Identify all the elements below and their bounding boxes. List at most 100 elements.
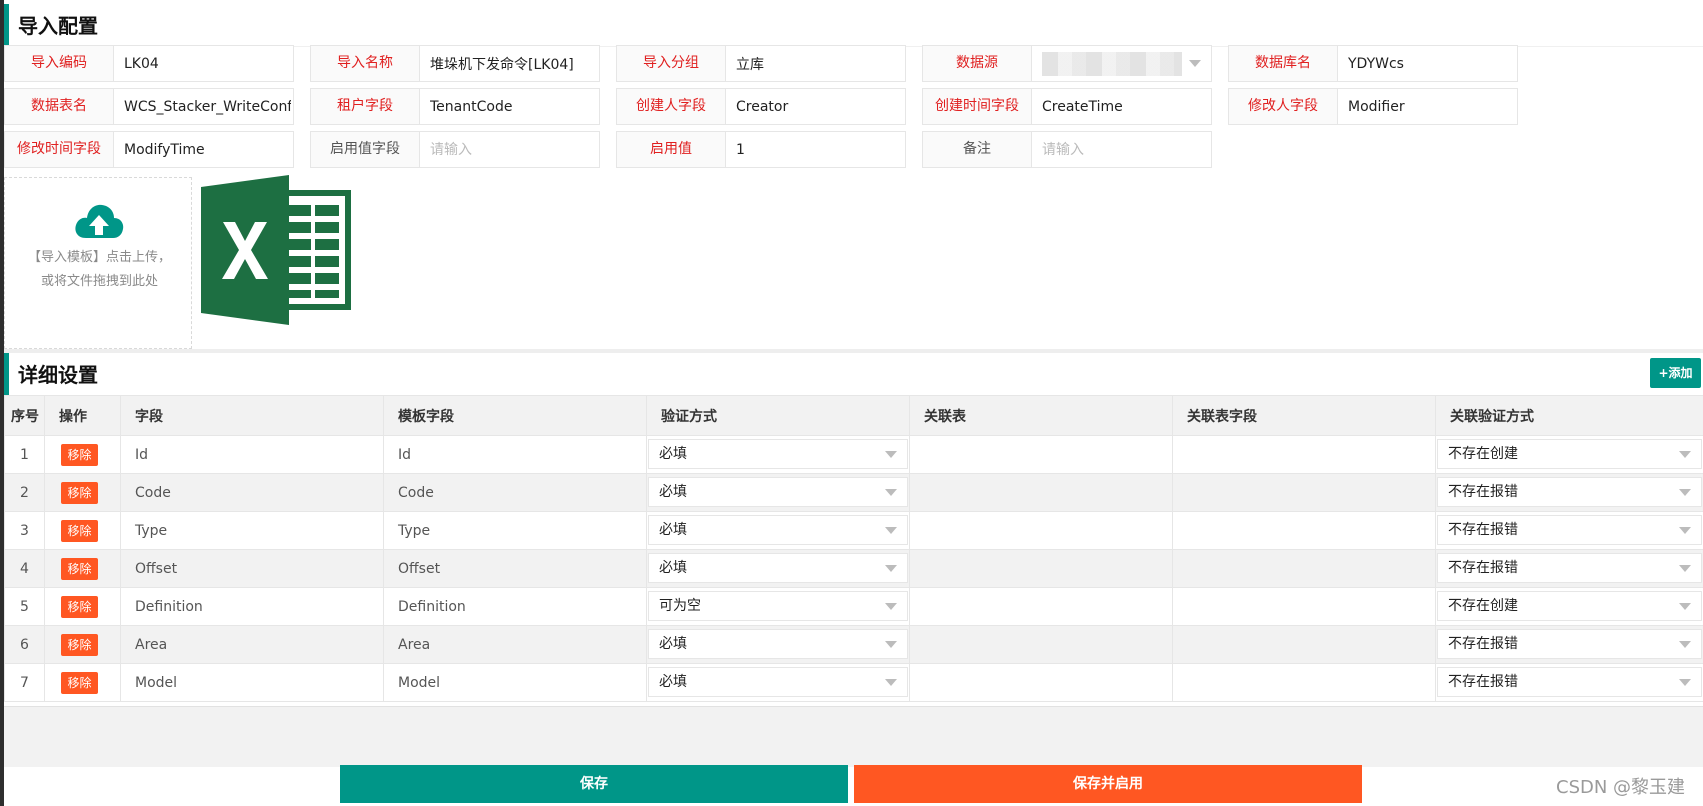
rel-validate-select[interactable]: 不存在报错 bbox=[1437, 553, 1702, 583]
tenant-field-input[interactable] bbox=[419, 88, 600, 125]
field-label: 数据库名 bbox=[1228, 45, 1338, 82]
rel-field-cell[interactable] bbox=[1172, 435, 1436, 474]
upload-hint-text: 【导入模板】点击上传，或将文件拖拽到此处 bbox=[27, 250, 171, 289]
validate-select[interactable]: 必填 bbox=[648, 553, 908, 583]
template-field-cell: Type bbox=[383, 511, 647, 550]
enable-value-field-input[interactable] bbox=[419, 131, 600, 168]
column-header: 关联表 bbox=[909, 395, 1173, 436]
rel-validate-cell: 不存在报错 bbox=[1435, 549, 1703, 588]
import-group-input[interactable] bbox=[725, 45, 906, 82]
modifier-field-input[interactable] bbox=[1337, 88, 1518, 125]
validate-cell: 必填 bbox=[646, 625, 910, 664]
remove-button[interactable]: 移除 bbox=[61, 557, 98, 580]
remove-button[interactable]: 移除 bbox=[61, 595, 98, 618]
remark-input[interactable] bbox=[1031, 131, 1212, 168]
validate-value: 必填 bbox=[659, 484, 687, 500]
field-create-time: 创建时间字段 bbox=[922, 88, 1212, 125]
field-tenant: 租户字段 bbox=[310, 88, 600, 125]
chevron-down-icon bbox=[885, 527, 897, 534]
save-and-enable-button[interactable]: 保存并启用 bbox=[854, 765, 1362, 803]
field-remark: 备注 bbox=[922, 131, 1212, 168]
rel-validate-select[interactable]: 不存在创建 bbox=[1437, 439, 1702, 469]
validate-select[interactable]: 必填 bbox=[648, 667, 908, 697]
remove-button[interactable]: 移除 bbox=[61, 481, 98, 504]
column-header: 字段 bbox=[120, 395, 384, 436]
rel-field-cell[interactable] bbox=[1172, 625, 1436, 664]
rel-table-cell[interactable] bbox=[909, 473, 1173, 512]
validate-cell: 必填 bbox=[646, 511, 910, 550]
chevron-down-icon bbox=[1679, 679, 1691, 686]
rel-table-cell[interactable] bbox=[909, 511, 1173, 550]
import-code-input[interactable] bbox=[113, 45, 294, 82]
field-database-name: 数据库名 bbox=[1228, 45, 1518, 82]
watermark-text: CSDN @黎玉建 bbox=[1556, 777, 1686, 798]
rel-validate-select[interactable]: 不存在报错 bbox=[1437, 667, 1702, 697]
validate-select[interactable]: 必填 bbox=[648, 477, 908, 507]
modify-time-field-input[interactable] bbox=[113, 131, 294, 168]
field-cell: Code bbox=[120, 473, 384, 512]
field-modify-time: 修改时间字段 bbox=[4, 131, 294, 168]
column-header: 操作 bbox=[44, 395, 121, 436]
rel-table-cell[interactable] bbox=[909, 625, 1173, 664]
field-label: 导入分组 bbox=[616, 45, 726, 82]
rel-field-cell[interactable] bbox=[1172, 587, 1436, 626]
rel-field-cell[interactable] bbox=[1172, 663, 1436, 702]
remove-button[interactable]: 移除 bbox=[61, 519, 98, 542]
rel-field-cell[interactable] bbox=[1172, 473, 1436, 512]
save-button[interactable]: 保存 bbox=[340, 765, 848, 803]
excel-file-icon[interactable] bbox=[201, 175, 353, 325]
create-time-field-input[interactable] bbox=[1031, 88, 1212, 125]
rel-validate-select[interactable]: 不存在报错 bbox=[1437, 515, 1702, 545]
validate-select[interactable]: 必填 bbox=[648, 629, 908, 659]
enable-value-input[interactable] bbox=[725, 131, 906, 168]
validate-cell: 必填 bbox=[646, 473, 910, 512]
database-name-input[interactable] bbox=[1337, 45, 1518, 82]
field-label: 数据源 bbox=[922, 45, 1032, 82]
validate-select[interactable]: 可为空 bbox=[648, 591, 908, 621]
rel-validate-cell: 不存在创建 bbox=[1435, 587, 1703, 626]
rel-table-cell[interactable] bbox=[909, 549, 1173, 588]
rel-validate-select[interactable]: 不存在报错 bbox=[1437, 477, 1702, 507]
table-footer-area bbox=[4, 706, 1703, 767]
validate-select[interactable]: 必填 bbox=[648, 439, 908, 469]
row-actions: 移除 bbox=[44, 663, 121, 702]
table-name-input[interactable] bbox=[113, 88, 294, 125]
rel-field-cell[interactable] bbox=[1172, 549, 1436, 588]
validate-select[interactable]: 必填 bbox=[648, 515, 908, 545]
column-header: 验证方式 bbox=[646, 395, 910, 436]
field-import-group: 导入分组 bbox=[616, 45, 906, 82]
remove-button[interactable]: 移除 bbox=[61, 671, 98, 694]
table-header-row: 序号 操作 字段 模板字段 验证方式 关联表 关联表字段 关联验证方式 bbox=[4, 395, 1703, 436]
import-name-input[interactable] bbox=[419, 45, 600, 82]
column-header: 模板字段 bbox=[383, 395, 647, 436]
row-number: 2 bbox=[4, 473, 45, 512]
field-label: 数据表名 bbox=[4, 88, 114, 125]
field-enable-value-field: 启用值字段 bbox=[310, 131, 600, 168]
table-row: 3 移除 Type Type 必填 不存在报错 bbox=[4, 511, 1703, 550]
remove-button[interactable]: 移除 bbox=[61, 633, 98, 656]
rel-table-cell[interactable] bbox=[909, 435, 1173, 474]
rel-field-cell[interactable] bbox=[1172, 511, 1436, 550]
rel-validate-value: 不存在创建 bbox=[1448, 598, 1518, 614]
field-cell: Id bbox=[120, 435, 384, 474]
row-number: 3 bbox=[4, 511, 45, 550]
validate-value: 必填 bbox=[659, 674, 687, 690]
rel-validate-select[interactable]: 不存在报错 bbox=[1437, 629, 1702, 659]
template-upload-dropzone[interactable]: 【导入模板】点击上传，或将文件拖拽到此处 bbox=[4, 177, 192, 349]
add-row-button[interactable]: +添加 bbox=[1650, 358, 1701, 388]
remove-button[interactable]: 移除 bbox=[61, 443, 98, 466]
chevron-down-icon bbox=[885, 641, 897, 648]
template-field-cell: Model bbox=[383, 663, 647, 702]
rel-table-cell[interactable] bbox=[909, 587, 1173, 626]
template-field-cell: Definition bbox=[383, 587, 647, 626]
field-label: 修改人字段 bbox=[1228, 88, 1338, 125]
detail-settings-title: 详细设置 bbox=[18, 363, 98, 387]
rel-validate-select[interactable]: 不存在创建 bbox=[1437, 591, 1702, 621]
rel-table-cell[interactable] bbox=[909, 663, 1173, 702]
chevron-down-icon bbox=[1679, 451, 1691, 458]
rel-validate-value: 不存在创建 bbox=[1448, 446, 1518, 462]
field-label: 创建时间字段 bbox=[922, 88, 1032, 125]
data-source-select[interactable] bbox=[1031, 45, 1212, 82]
creator-field-input[interactable] bbox=[725, 88, 906, 125]
row-number: 6 bbox=[4, 625, 45, 664]
